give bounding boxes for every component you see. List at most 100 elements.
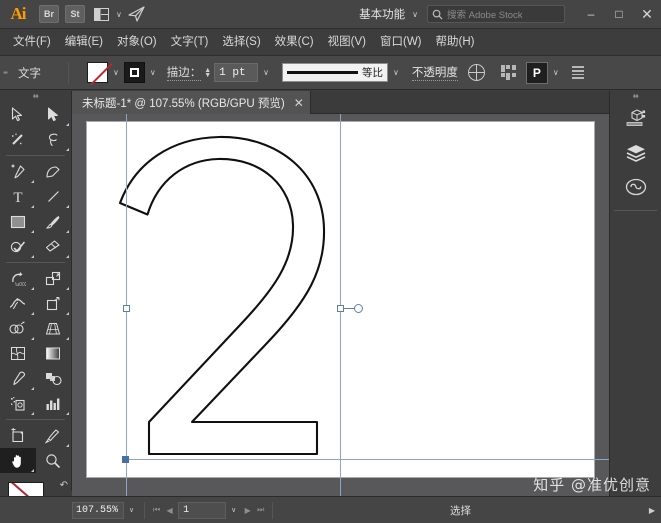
eyedropper-tool[interactable] xyxy=(0,366,36,391)
bridge-icon[interactable]: Br xyxy=(39,5,59,23)
mesh-tool[interactable] xyxy=(0,341,36,366)
swap-fill-stroke-icon[interactable]: ↶ xyxy=(60,480,68,491)
fill-caret-icon[interactable]: ∨ xyxy=(108,68,124,77)
hand-tool[interactable] xyxy=(0,448,36,473)
stroke-weight-caret-icon[interactable]: ∨ xyxy=(258,68,274,77)
stroke-caret-icon[interactable]: ∨ xyxy=(145,68,161,77)
recolor-artwork-button[interactable]: P xyxy=(525,61,548,84)
line-segment-tool[interactable] xyxy=(36,184,72,209)
magic-wand-tool[interactable] xyxy=(0,127,36,152)
workspace-switcher[interactable]: 基本功能 xyxy=(359,6,407,22)
lasso-tool[interactable] xyxy=(36,127,72,152)
tools-panel-grip[interactable]: ⬧⬧ xyxy=(0,91,71,102)
tool-group-corner-icon xyxy=(30,255,34,258)
artboard-caret-icon[interactable]: ∨ xyxy=(226,506,241,514)
shaper-tool[interactable] xyxy=(0,234,36,259)
status-bar: 107.55% ∨ ⏮ ◀ 1 ∨ ▶ ⏭ 选择 ▶ xyxy=(0,496,661,523)
status-text[interactable]: 选择 xyxy=(278,503,643,518)
menu-select[interactable]: 选择(S) xyxy=(215,29,267,56)
shape-builder-tool[interactable] xyxy=(0,316,36,341)
rectangle-tool[interactable] xyxy=(0,209,36,234)
recolor-caret-icon[interactable]: ∨ xyxy=(548,68,564,77)
eraser-tool[interactable] xyxy=(36,234,72,259)
tool-group-corner-icon xyxy=(30,387,34,390)
perspective-grid-tool[interactable] xyxy=(36,316,72,341)
width-tool[interactable] xyxy=(0,291,36,316)
close-button[interactable]: ✕ xyxy=(633,0,661,29)
pen-tool[interactable] xyxy=(0,159,36,184)
paintbrush-tool[interactable] xyxy=(36,209,72,234)
tool-group-corner-icon xyxy=(66,312,69,315)
title-bar: Ai Br St ∨ 基本功能 ∨ 搜索 Adobe Stock – □ ✕ xyxy=(0,0,661,29)
menu-window[interactable]: 窗口(W) xyxy=(373,29,429,56)
last-artboard-button[interactable]: ⏭ xyxy=(254,505,267,515)
stroke-weight-field[interactable]: 1 pt xyxy=(214,63,259,82)
workspace-caret-icon[interactable]: ∨ xyxy=(412,10,418,19)
direct-selection-tool[interactable] xyxy=(36,102,72,127)
stroke-weight-stepper[interactable]: ▲ ▼ xyxy=(204,67,211,79)
artboard-number-field[interactable]: 1 xyxy=(178,501,227,519)
tools-panel: ⬧⬧ T \u00 ↶ xyxy=(0,91,72,523)
maximize-button[interactable]: □ xyxy=(605,0,633,29)
share-on-behance-icon[interactable] xyxy=(126,4,148,24)
tool-divider xyxy=(0,416,71,423)
layers-panel-icon[interactable] xyxy=(610,136,661,170)
menu-effect[interactable]: 效果(C) xyxy=(268,29,321,56)
canvas-area[interactable] xyxy=(72,114,609,496)
stroke-profile-preview xyxy=(287,71,359,74)
menu-view[interactable]: 视图(V) xyxy=(321,29,373,56)
symbol-sprayer-tool[interactable] xyxy=(0,391,36,416)
text-left-handle[interactable] xyxy=(123,305,130,312)
more-options-icon[interactable] xyxy=(571,66,584,79)
tool-group-corner-icon xyxy=(30,337,34,340)
zoom-level-field[interactable]: 107.55% xyxy=(72,501,124,519)
column-graph-tool[interactable] xyxy=(36,391,72,416)
arrange-caret-icon[interactable]: ∨ xyxy=(116,10,122,19)
stroke-profile-caret-icon[interactable]: ∨ xyxy=(388,68,404,77)
zoom-caret-icon[interactable]: ∨ xyxy=(124,506,139,514)
menu-edit[interactable]: 编辑(E) xyxy=(58,29,110,56)
control-bar-grip[interactable]: ▪▪ xyxy=(0,56,10,90)
menu-file[interactable]: 文件(F) xyxy=(6,29,58,56)
search-icon xyxy=(432,9,443,20)
arrange-documents-icon[interactable] xyxy=(90,4,112,24)
curvature-tool[interactable] xyxy=(36,159,72,184)
stroke-profile-select[interactable]: 等比 xyxy=(282,63,389,82)
next-artboard-button[interactable]: ▶ xyxy=(241,506,254,515)
menu-help[interactable]: 帮助(H) xyxy=(429,29,482,56)
fill-swatch[interactable] xyxy=(87,62,108,83)
status-arrow-icon[interactable]: ▶ xyxy=(643,506,661,515)
close-icon[interactable]: ✕ xyxy=(294,96,304,110)
panel-dock-grip[interactable]: ⬧⬧ xyxy=(610,91,661,102)
blend-tool[interactable] xyxy=(36,366,72,391)
selection-tool[interactable] xyxy=(0,102,36,127)
menu-type[interactable]: 文字(T) xyxy=(164,29,216,56)
libraries-panel-icon[interactable] xyxy=(610,170,661,204)
text-right-handle[interactable] xyxy=(337,305,344,312)
document-tab[interactable]: 未标题-1* @ 107.55% (RGB/GPU 预览) ✕ xyxy=(72,91,311,114)
gradient-tool[interactable] xyxy=(36,341,72,366)
slice-tool[interactable] xyxy=(36,423,72,448)
rotate-tool[interactable]: \u0025 xyxy=(0,266,36,291)
minimize-button[interactable]: – xyxy=(577,0,605,29)
prev-artboard-button[interactable]: ◀ xyxy=(163,506,176,515)
first-artboard-button[interactable]: ⏮ xyxy=(150,505,163,515)
stock-search-input[interactable]: 搜索 Adobe Stock xyxy=(427,5,565,23)
text-baseline-anchor[interactable] xyxy=(122,456,129,463)
align-icon[interactable] xyxy=(500,64,516,81)
opacity-label[interactable]: 不透明度 xyxy=(411,64,458,81)
opacity-grid-icon[interactable] xyxy=(467,64,485,81)
properties-panel-icon[interactable] xyxy=(610,102,661,136)
menu-object[interactable]: 对象(O) xyxy=(110,29,164,56)
zoom-tool[interactable] xyxy=(36,448,72,473)
stroke-weight-label[interactable]: 描边： xyxy=(166,64,202,81)
stock-icon[interactable]: St xyxy=(65,5,85,23)
free-transform-tool[interactable] xyxy=(36,291,72,316)
type-tool[interactable]: T xyxy=(0,184,36,209)
artboard-tool[interactable] xyxy=(0,423,36,448)
tool-group-corner-icon xyxy=(66,444,69,447)
stroke-swatch[interactable] xyxy=(123,62,145,83)
scale-tool[interactable] xyxy=(36,266,72,291)
tool-group-corner-icon xyxy=(66,123,69,126)
text-rotate-handle[interactable] xyxy=(354,304,363,313)
